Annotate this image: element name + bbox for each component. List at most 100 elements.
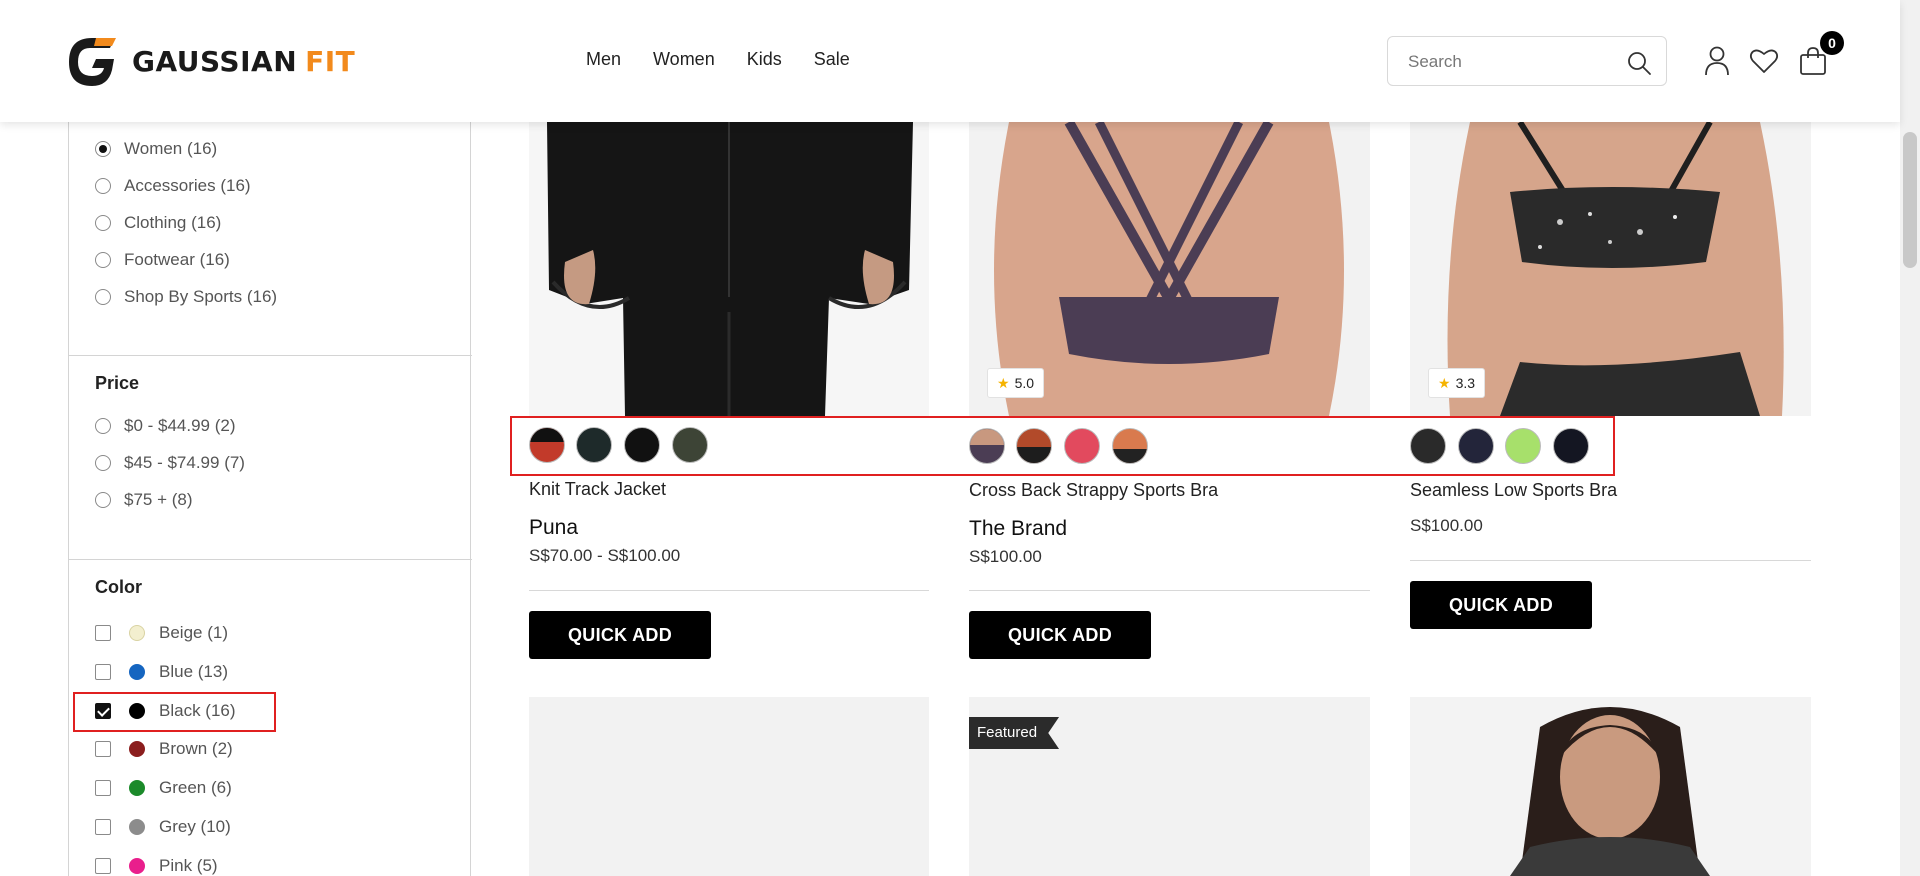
radio[interactable] xyxy=(95,215,111,231)
price-option-2[interactable]: $75 + (8) xyxy=(95,490,193,510)
rating-value: 3.3 xyxy=(1455,375,1476,391)
product-photo-hoodie-model xyxy=(1410,697,1811,876)
color-label: Grey (10) xyxy=(159,817,231,836)
rating-badge: ★ 5.0 xyxy=(987,368,1045,398)
star-icon: ★ xyxy=(1438,374,1451,391)
radio[interactable] xyxy=(95,492,111,508)
color-dot-blue xyxy=(129,664,145,680)
color-option-pink[interactable]: Pink (5) xyxy=(95,856,218,876)
price-label: $0 - $44.99 (2) xyxy=(124,416,236,435)
nav-men[interactable]: Men xyxy=(586,49,621,70)
radio[interactable] xyxy=(95,178,111,194)
logo-accent-text: FIT xyxy=(305,44,356,78)
price-label: $45 - $74.99 (7) xyxy=(124,453,245,472)
product-image-hoodie[interactable] xyxy=(1410,697,1811,876)
product-name[interactable]: Seamless Low Sports Bra xyxy=(1410,480,1617,501)
checkbox[interactable] xyxy=(95,664,111,680)
featured-tag: Featured xyxy=(969,717,1060,749)
checkbox[interactable] xyxy=(95,780,111,796)
category-label: Footwear (16) xyxy=(124,250,230,269)
radio[interactable] xyxy=(95,455,111,471)
color-option-green[interactable]: Green (6) xyxy=(95,778,232,798)
quick-add-button[interactable]: QUICK ADD xyxy=(1410,581,1592,629)
checkbox[interactable] xyxy=(95,858,111,874)
price-option-1[interactable]: $45 - $74.99 (7) xyxy=(95,453,245,473)
color-label: Blue (13) xyxy=(159,662,228,681)
price-label: $75 + (8) xyxy=(124,490,193,509)
color-label: Pink (5) xyxy=(159,856,218,875)
product-price: S$100.00 xyxy=(969,547,1042,566)
color-option-grey[interactable]: Grey (10) xyxy=(95,817,231,837)
product-photo-jacket xyxy=(529,122,929,416)
radio[interactable] xyxy=(95,418,111,434)
star-icon: ★ xyxy=(997,374,1010,391)
price-filter-title: Price xyxy=(95,373,140,393)
rating-badge: ★ 3.3 xyxy=(1428,368,1486,398)
filter-sidebar: Women (16) Accessories (16) Clothing (16… xyxy=(68,100,472,876)
checkbox[interactable] xyxy=(95,625,111,641)
category-option-footwear[interactable]: Footwear (16) xyxy=(95,250,230,270)
product-divider xyxy=(1410,560,1811,561)
highlight-black-filter xyxy=(73,692,276,732)
price-option-0[interactable]: $0 - $44.99 (2) xyxy=(95,416,236,436)
section-divider xyxy=(69,559,472,560)
category-label: Accessories (16) xyxy=(124,176,251,195)
color-filter-title: Color xyxy=(95,577,142,597)
radio[interactable] xyxy=(95,289,111,305)
product-price: S$70.00 - S$100.00 xyxy=(529,546,681,565)
color-label: Green (6) xyxy=(159,778,232,797)
product-image-cross-back-bra[interactable]: ★ 5.0 xyxy=(969,122,1370,416)
product-image-featured[interactable]: Featured xyxy=(969,697,1370,876)
nav-sale[interactable]: Sale xyxy=(814,49,850,70)
product-image-seamless-low-bra[interactable]: ★ 3.3 xyxy=(1410,122,1811,416)
nav-kids[interactable]: Kids xyxy=(747,49,782,70)
product-brand: Puna xyxy=(529,516,579,539)
main-nav: Men Women Kids Sale xyxy=(586,49,850,70)
product-image-placeholder[interactable] xyxy=(529,697,929,876)
color-dot-green xyxy=(129,780,145,796)
color-dot-brown xyxy=(129,741,145,757)
highlight-color-swatches xyxy=(510,416,1615,476)
color-dot-pink xyxy=(129,858,145,874)
section-divider xyxy=(69,355,472,356)
product-brand: The Brand xyxy=(969,517,1068,540)
quick-add-button[interactable]: QUICK ADD xyxy=(969,611,1151,659)
search-input[interactable] xyxy=(1408,50,1608,74)
color-option-brown[interactable]: Brown (2) xyxy=(95,739,233,759)
search-box xyxy=(1387,36,1667,86)
product-price: S$100.00 xyxy=(1410,516,1483,535)
color-option-beige[interactable]: Beige (1) xyxy=(95,623,228,643)
cart-count-badge: 0 xyxy=(1820,31,1844,55)
category-option-shop-by-sports[interactable]: Shop By Sports (16) xyxy=(95,287,277,307)
search-icon[interactable] xyxy=(1626,50,1652,76)
color-option-blue[interactable]: Blue (13) xyxy=(95,662,228,682)
radio-selected[interactable] xyxy=(95,141,111,157)
wishlist-heart-icon[interactable] xyxy=(1749,48,1779,74)
product-divider xyxy=(969,590,1370,591)
scrollbar-thumb[interactable] xyxy=(1903,132,1917,268)
color-dot-grey xyxy=(129,819,145,835)
category-label: Clothing (16) xyxy=(124,213,222,232)
product-image-knit-track-jacket[interactable] xyxy=(529,122,929,416)
category-option-women[interactable]: Women (16) xyxy=(95,139,217,159)
rating-value: 5.0 xyxy=(1014,375,1035,391)
radio[interactable] xyxy=(95,252,111,268)
color-label: Brown (2) xyxy=(159,739,233,758)
color-dot-beige xyxy=(129,625,145,641)
brand-logo[interactable]: GAUSSIAN FIT xyxy=(66,34,355,88)
category-label: Women (16) xyxy=(124,139,218,158)
category-label: Shop By Sports (16) xyxy=(124,287,278,306)
site-header: GAUSSIANFIT Men Women Kids Sale 0 xyxy=(0,0,1900,122)
user-account-icon[interactable] xyxy=(1704,46,1730,76)
logo-main-text: GAUSSIAN xyxy=(132,44,298,78)
product-name[interactable]: Cross Back Strappy Sports Bra xyxy=(969,480,1218,501)
category-option-clothing[interactable]: Clothing (16) xyxy=(95,213,221,233)
product-name[interactable]: Knit Track Jacket xyxy=(529,479,666,500)
nav-women[interactable]: Women xyxy=(653,49,715,70)
checkbox[interactable] xyxy=(95,741,111,757)
quick-add-button[interactable]: QUICK ADD xyxy=(529,611,711,659)
color-label: Beige (1) xyxy=(159,623,228,642)
checkbox[interactable] xyxy=(95,819,111,835)
page-scrollbar[interactable] xyxy=(1900,0,1920,876)
category-option-accessories[interactable]: Accessories (16) xyxy=(95,176,251,196)
